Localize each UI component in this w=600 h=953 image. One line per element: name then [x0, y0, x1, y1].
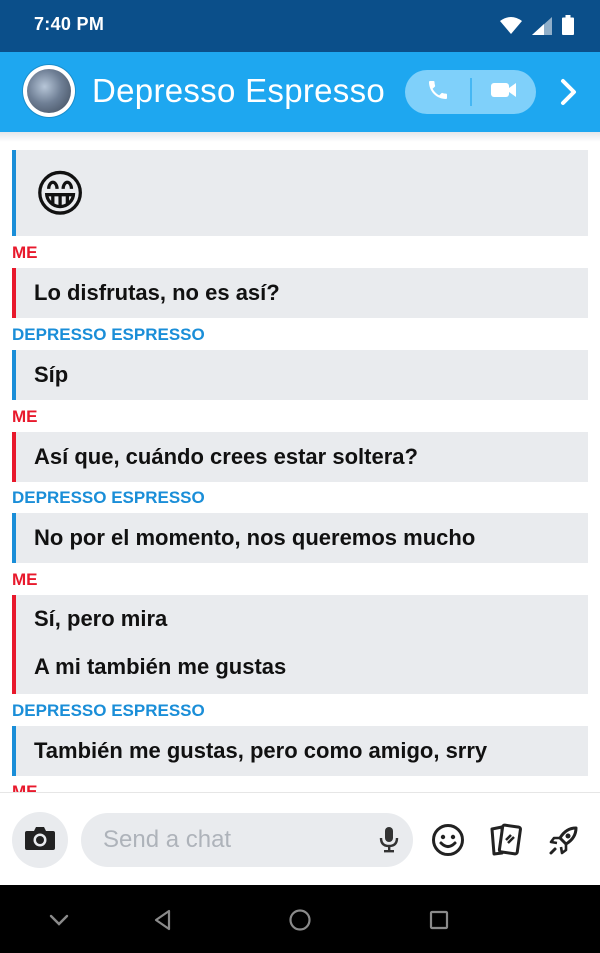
voice-call-button[interactable] [405, 70, 470, 114]
chevron-right-icon[interactable] [553, 76, 585, 108]
chat-header: Depresso Espresso [0, 52, 600, 132]
sender-label: ME [12, 570, 38, 589]
call-actions [405, 70, 536, 114]
message-bubble: Sí, pero mira A mi también me gustas [12, 595, 588, 694]
message-bubble: También me gustas, pero como amigo, srry [12, 726, 588, 776]
emoji-message: 😁 [34, 166, 87, 222]
wifi-icon [500, 17, 522, 40]
sender-label: ME [12, 243, 38, 262]
signal-icon [532, 17, 552, 40]
chat-input-placeholder: Send a chat [103, 826, 232, 853]
chevron-down-icon[interactable] [44, 905, 74, 935]
status-time: 7:40 PM [34, 14, 105, 34]
contact-name[interactable]: Depresso Espresso [92, 72, 385, 110]
chat-input[interactable]: Send a chat [81, 813, 413, 867]
avatar[interactable] [23, 65, 75, 117]
chat-area[interactable]: 😁 ME Lo disfrutas, no es así? DEPRESSO E… [0, 132, 600, 792]
message-text: Síp [34, 362, 69, 387]
video-icon [490, 80, 518, 105]
home-nav-icon[interactable] [285, 905, 315, 935]
system-nav-bar [0, 885, 600, 953]
message-text: No por el momento, nos queremos mucho [34, 525, 476, 550]
status-icons [500, 15, 574, 40]
message-text: Así que, cuándo crees estar soltera? [34, 444, 418, 469]
phone-icon [426, 78, 450, 107]
message-bubble: Síp [12, 350, 588, 400]
camera-button[interactable] [12, 812, 68, 868]
camera-icon [24, 825, 56, 856]
video-call-button[interactable] [471, 70, 536, 114]
message-bubble: Lo disfrutas, no es así? [12, 268, 588, 318]
message-bubble: Así que, cuándo crees estar soltera? [12, 432, 588, 482]
sender-label: ME [12, 782, 38, 792]
cards-icon[interactable] [488, 822, 524, 858]
status-bar: 7:40 PM [0, 0, 600, 52]
sender-label: DEPRESSO ESPRESSO [12, 325, 205, 344]
message-text: También me gustas, pero como amigo, srry [34, 738, 488, 763]
message-text: Lo disfrutas, no es así? [34, 280, 280, 305]
back-nav-icon[interactable] [148, 905, 178, 935]
recents-nav-icon[interactable] [424, 905, 454, 935]
rocket-icon[interactable] [546, 822, 582, 858]
sender-label: DEPRESSO ESPRESSO [12, 701, 205, 720]
message-bubble: No por el momento, nos queremos mucho [12, 513, 588, 563]
message-text: Sí, pero mira [34, 606, 168, 631]
battery-icon [562, 15, 574, 40]
sender-label: DEPRESSO ESPRESSO [12, 488, 205, 507]
message-text: A mi también me gustas [34, 654, 287, 679]
message-bubble: 😁 [12, 150, 588, 236]
chat-input-bar: Send a chat [0, 792, 600, 886]
smiley-icon[interactable] [430, 822, 466, 858]
sender-label: ME [12, 407, 38, 426]
microphone-icon[interactable] [379, 826, 399, 859]
